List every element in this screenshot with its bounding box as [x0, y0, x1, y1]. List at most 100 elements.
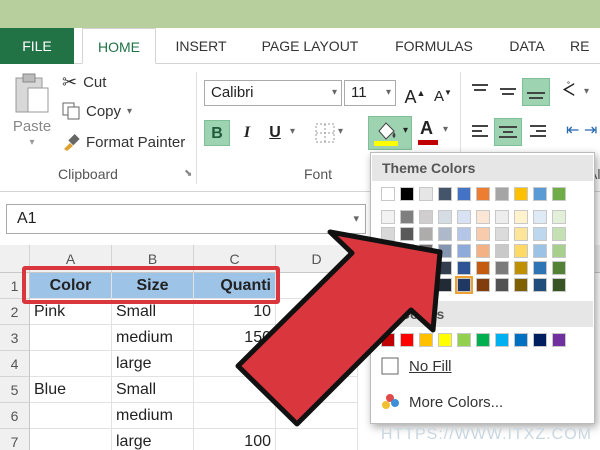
- table-cell[interactable]: [276, 299, 358, 325]
- row-header[interactable]: 5: [0, 377, 30, 403]
- table-cell[interactable]: large: [112, 429, 194, 450]
- color-swatch[interactable]: [419, 187, 433, 201]
- color-swatch[interactable]: [457, 261, 471, 275]
- color-swatch[interactable]: [533, 210, 547, 224]
- table-cell[interactable]: [276, 325, 358, 351]
- table-cell[interactable]: Small: [112, 377, 194, 403]
- color-swatch[interactable]: [381, 210, 395, 224]
- color-swatch[interactable]: [400, 244, 414, 258]
- tab-insert[interactable]: INSERT: [166, 28, 236, 64]
- tab-file[interactable]: FILE: [0, 28, 74, 64]
- align-center-button[interactable]: [494, 118, 522, 146]
- color-swatch[interactable]: [533, 261, 547, 275]
- underline-button[interactable]: U: [262, 120, 288, 146]
- shrink-font-button[interactable]: A▼: [430, 80, 456, 106]
- color-swatch[interactable]: [419, 210, 433, 224]
- color-swatch[interactable]: [476, 187, 490, 201]
- font-size-select[interactable]: 11 ▾: [344, 80, 396, 106]
- color-swatch[interactable]: [400, 261, 414, 275]
- tab-page-layout[interactable]: PAGE LAYOUT: [250, 28, 370, 64]
- copy-dropdown-icon[interactable]: ▾: [127, 106, 132, 117]
- italic-button[interactable]: I: [234, 120, 260, 146]
- tab-data[interactable]: DATA: [500, 28, 554, 64]
- align-middle-icon[interactable]: [498, 82, 518, 100]
- color-swatch[interactable]: [476, 210, 490, 224]
- color-swatch[interactable]: [495, 227, 509, 241]
- color-swatch[interactable]: [400, 278, 414, 292]
- color-swatch[interactable]: [419, 227, 433, 241]
- color-swatch[interactable]: [457, 210, 471, 224]
- color-swatch[interactable]: [400, 210, 414, 224]
- clipboard-launcher-icon[interactable]: ⬊: [184, 168, 192, 179]
- color-swatch[interactable]: [533, 227, 547, 241]
- row-header[interactable]: 4: [0, 351, 30, 377]
- table-cell[interactable]: [276, 351, 358, 377]
- standard-color-swatch[interactable]: [533, 333, 547, 347]
- standard-color-swatch[interactable]: [438, 333, 452, 347]
- table-cell[interactable]: [276, 377, 358, 403]
- paste-dropdown-icon[interactable]: ▾: [29, 137, 34, 148]
- color-swatch[interactable]: [476, 278, 490, 292]
- standard-color-swatch[interactable]: [457, 333, 471, 347]
- standard-color-swatch[interactable]: [552, 333, 566, 347]
- name-box[interactable]: A1 ▾: [6, 204, 366, 234]
- underline-dropdown-icon[interactable]: ▾: [290, 126, 295, 137]
- table-cell[interactable]: 1: [194, 351, 276, 377]
- color-swatch[interactable]: [514, 261, 528, 275]
- color-swatch[interactable]: [495, 278, 509, 292]
- color-swatch[interactable]: [438, 210, 452, 224]
- grow-font-button[interactable]: A▲: [402, 80, 428, 107]
- decrease-indent-icon[interactable]: ⇤: [566, 120, 579, 140]
- column-header[interactable]: D: [276, 245, 358, 273]
- borders-icon[interactable]: [314, 122, 336, 144]
- color-swatch[interactable]: [476, 227, 490, 241]
- color-swatch[interactable]: [381, 227, 395, 241]
- table-cell[interactable]: medium: [112, 403, 194, 429]
- color-swatch[interactable]: [438, 261, 452, 275]
- standard-color-swatch[interactable]: [476, 333, 490, 347]
- format-painter-button[interactable]: Format Painter: [62, 133, 185, 151]
- color-swatch[interactable]: [552, 187, 566, 201]
- align-right-icon[interactable]: [528, 122, 548, 142]
- color-swatch[interactable]: [457, 227, 471, 241]
- color-swatch[interactable]: [514, 244, 528, 258]
- table-cell[interactable]: [30, 403, 112, 429]
- color-swatch[interactable]: [495, 244, 509, 258]
- table-cell[interactable]: [30, 429, 112, 450]
- standard-color-swatch[interactable]: [514, 333, 528, 347]
- standard-color-swatch[interactable]: [495, 333, 509, 347]
- color-swatch[interactable]: [455, 276, 473, 294]
- row-header[interactable]: 6: [0, 403, 30, 429]
- table-cell[interactable]: Blue: [30, 377, 112, 403]
- color-swatch[interactable]: [514, 278, 528, 292]
- color-swatch[interactable]: [400, 187, 414, 201]
- fill-color-button[interactable]: ▾: [368, 116, 412, 150]
- color-swatch[interactable]: [381, 244, 395, 258]
- color-swatch[interactable]: [552, 261, 566, 275]
- color-swatch[interactable]: [381, 278, 395, 292]
- table-cell[interactable]: 100: [194, 429, 276, 450]
- table-cell[interactable]: [30, 351, 112, 377]
- table-cell[interactable]: medium: [112, 325, 194, 351]
- table-cell[interactable]: 150: [194, 325, 276, 351]
- color-swatch[interactable]: [476, 244, 490, 258]
- align-bottom-button[interactable]: [522, 78, 550, 106]
- align-top-icon[interactable]: [470, 82, 490, 100]
- table-cell[interactable]: [194, 377, 276, 403]
- font-family-select[interactable]: Calibri ▾: [204, 80, 342, 106]
- cut-button[interactable]: ✂ Cut: [62, 72, 106, 93]
- no-fill-option[interactable]: No Fill: [381, 357, 452, 375]
- color-swatch[interactable]: [552, 227, 566, 241]
- tab-formulas[interactable]: FORMULAS: [384, 28, 484, 64]
- color-swatch[interactable]: [514, 187, 528, 201]
- color-swatch[interactable]: [457, 187, 471, 201]
- color-swatch[interactable]: [400, 227, 414, 241]
- color-swatch[interactable]: [533, 244, 547, 258]
- orientation-dropdown-icon[interactable]: ▾: [584, 86, 589, 97]
- color-swatch[interactable]: [438, 227, 452, 241]
- color-swatch[interactable]: [419, 244, 433, 258]
- table-cell[interactable]: [30, 325, 112, 351]
- color-swatch[interactable]: [533, 187, 547, 201]
- color-swatch[interactable]: [381, 261, 395, 275]
- standard-color-swatch[interactable]: [400, 333, 414, 347]
